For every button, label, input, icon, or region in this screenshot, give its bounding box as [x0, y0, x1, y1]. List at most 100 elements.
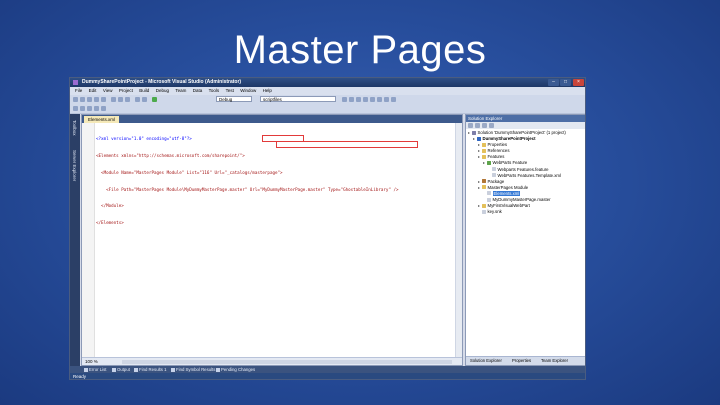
folder-icon — [482, 148, 486, 153]
tab-pending-changes[interactable]: Pending Changes — [216, 366, 255, 373]
find-icon[interactable] — [342, 97, 347, 102]
tab-output[interactable]: Output — [112, 366, 130, 373]
editor-horizontal-scrollbar[interactable] — [122, 360, 452, 364]
solution-explorer-title: Solution Explorer — [468, 116, 503, 121]
highlight-box-file-url — [276, 141, 418, 148]
menu-test[interactable]: Test — [226, 88, 234, 93]
solution-explorer-header: Solution Explorer — [466, 115, 585, 122]
comment-icon[interactable] — [73, 106, 78, 111]
tree-node-label: Solution 'DummySharePointProject' (1 pro… — [477, 130, 566, 135]
redo-icon[interactable] — [142, 97, 147, 102]
save-all-icon[interactable] — [101, 97, 106, 102]
tree-node-label: WebParts Feature — [492, 160, 528, 166]
tree-node-label: Properties — [487, 142, 508, 148]
toolbox-icon[interactable] — [370, 97, 375, 102]
show-all-files-icon[interactable] — [475, 123, 480, 128]
menu-view[interactable]: View — [103, 88, 113, 93]
toolbox-tab[interactable]: Toolbox — [72, 120, 77, 136]
tree-node-label: References — [487, 148, 510, 154]
folder-icon — [482, 203, 486, 208]
editor-gutter — [82, 123, 95, 359]
code-line: <File Path="MasterPages Module\MyDummyMa… — [96, 186, 399, 192]
tab-team-explorer[interactable]: Team Explorer — [541, 358, 568, 364]
uncomment-icon[interactable] — [80, 106, 85, 111]
start-debugging-icon[interactable] — [152, 97, 157, 102]
tree-node-label: WebParts Features.Template.xml — [497, 172, 561, 178]
menu-data[interactable]: Data — [193, 88, 203, 93]
solution-configuration-select[interactable]: Debug — [216, 96, 252, 102]
tab-properties[interactable]: Properties — [512, 358, 531, 364]
menu-tools[interactable]: Tools — [209, 88, 220, 93]
properties-icon[interactable] — [468, 123, 473, 128]
start-page-icon[interactable] — [377, 97, 382, 102]
file-icon — [487, 197, 491, 202]
properties-icon[interactable] — [356, 97, 361, 102]
cut-icon[interactable] — [111, 97, 116, 102]
file-icon — [492, 173, 496, 178]
undo-icon[interactable] — [135, 97, 140, 102]
extension-manager-icon[interactable] — [384, 97, 389, 102]
paste-icon[interactable] — [125, 97, 130, 102]
save-icon[interactable] — [94, 97, 99, 102]
tab-solution-explorer[interactable]: Solution Explorer — [470, 358, 502, 364]
status-bar: Ready — [70, 373, 585, 379]
solution-explorer-icon[interactable] — [349, 97, 354, 102]
close-button[interactable]: × — [573, 79, 584, 86]
package-icon — [482, 179, 486, 184]
new-project-icon[interactable] — [73, 97, 78, 102]
bookmark-icon[interactable] — [101, 106, 106, 111]
status-text: Ready — [73, 374, 87, 379]
code-line: </Module> — [96, 203, 124, 209]
menu-window[interactable]: Window — [240, 88, 256, 93]
folder-icon — [482, 142, 486, 147]
solution-explorer-toolbar — [466, 122, 585, 129]
refresh-icon[interactable] — [482, 123, 487, 128]
tree-node-label: MasterPages Module — [487, 184, 529, 190]
tab-error-list[interactable]: Error List — [84, 366, 106, 373]
menu-file[interactable]: File — [75, 88, 82, 93]
command-window-icon[interactable] — [391, 97, 396, 102]
tab-elements-xml[interactable]: Elements.xml — [84, 116, 120, 123]
file-icon — [492, 167, 496, 172]
code-editor[interactable]: Elements.xml <?xml version="1.0" encodin… — [81, 114, 463, 366]
tree-node-label: MyDummyMasterPage.master — [492, 197, 551, 203]
code-line: </Elements> — [96, 220, 124, 226]
title-bar: DummySharePointProject - Microsoft Visua… — [70, 78, 585, 87]
menu-team[interactable]: Team — [175, 88, 186, 93]
zoom-level[interactable]: 100 % — [85, 359, 98, 364]
menu-debug[interactable]: Debug — [156, 88, 169, 93]
outdent-icon[interactable] — [94, 106, 99, 111]
open-file-icon[interactable] — [87, 97, 92, 102]
indent-icon[interactable] — [87, 106, 92, 111]
tab-find-symbol-results[interactable]: Find Symbol Results — [171, 366, 215, 373]
tab-find-results-1[interactable]: Find Results 1 — [134, 366, 166, 373]
project-icon — [477, 136, 481, 141]
solution-explorer-panel: Solution Explorer ▸ Solution 'DummyShareP… — [465, 114, 585, 366]
solution-explorer-tabs: Solution Explorer Properties Team Explor… — [466, 356, 585, 365]
view-code-icon[interactable] — [489, 123, 494, 128]
solution-tree: ▸ Solution 'DummySharePointProject' (1 pr… — [466, 129, 585, 215]
visual-studio-icon — [73, 80, 78, 85]
copy-icon[interactable] — [118, 97, 123, 102]
add-item-icon[interactable] — [80, 97, 85, 102]
menu-build[interactable]: Build — [139, 88, 149, 93]
minimize-button[interactable]: – — [548, 79, 559, 86]
maximize-button[interactable]: □ — [560, 79, 571, 86]
tree-node-label: key.snk — [487, 209, 502, 215]
editor-vertical-scrollbar[interactable] — [455, 123, 462, 359]
menu-edit[interactable]: Edit — [89, 88, 97, 93]
xml-editor-toolbar — [70, 104, 585, 114]
tree-node-label: MyFirstVisualWebPart — [487, 203, 530, 209]
code-line: <Module Name="MasterPages Module" List="… — [96, 169, 283, 175]
menu-project[interactable]: Project — [119, 88, 133, 93]
solution-icon — [472, 130, 476, 135]
folder-icon — [482, 185, 486, 190]
code-line: <Elements xmlns="http://schemas.microsof… — [96, 152, 245, 158]
tree-node-label: Features — [487, 154, 505, 160]
object-browser-icon[interactable] — [363, 97, 368, 102]
menu-help[interactable]: Help — [263, 88, 272, 93]
server-explorer-tab[interactable]: Server Explorer — [72, 150, 77, 181]
bottom-tool-tabs: Error List Output Find Results 1 Find Sy… — [70, 366, 585, 373]
find-combo-input[interactable]: scriptfiles — [260, 96, 336, 102]
tree-node[interactable]: key.snk — [466, 209, 585, 215]
